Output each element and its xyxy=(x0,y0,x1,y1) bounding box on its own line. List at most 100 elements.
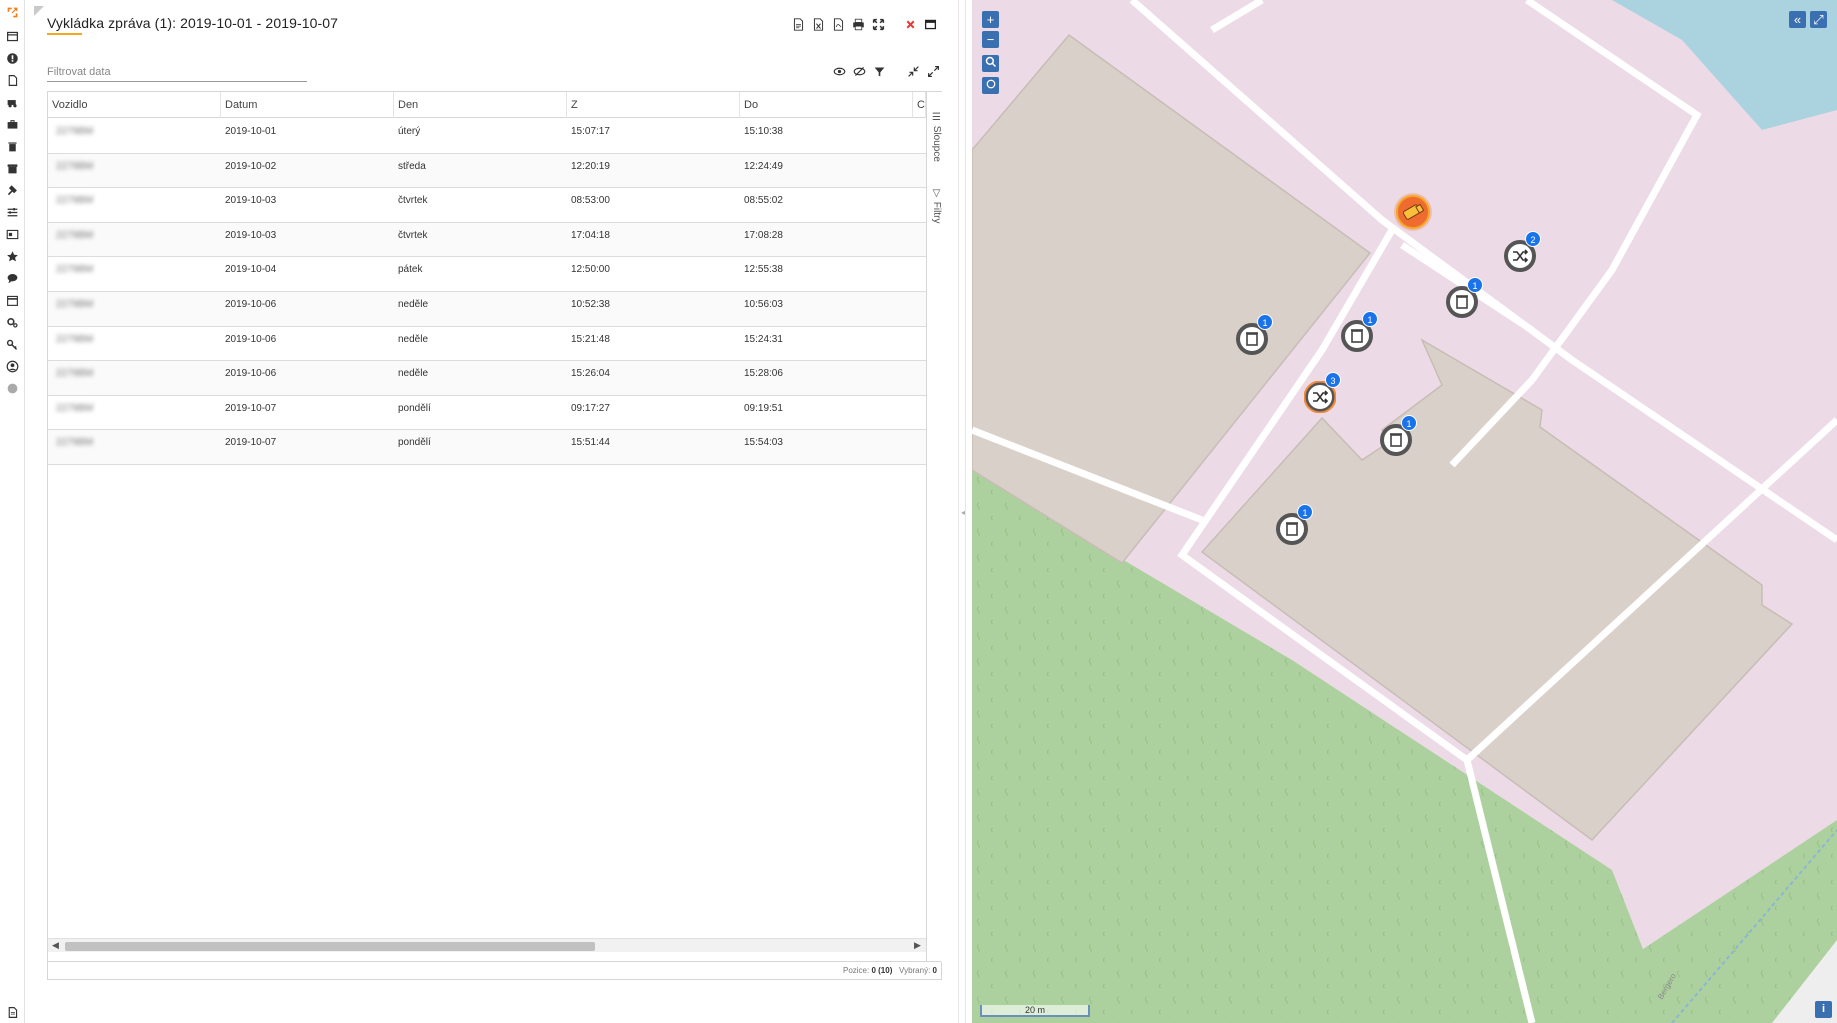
maximize-icon[interactable] xyxy=(923,16,937,32)
horizontal-scrollbar[interactable]: ◀ ▶ xyxy=(48,938,926,952)
column-header-do[interactable]: Do xyxy=(740,92,913,118)
filter-input[interactable] xyxy=(47,62,307,82)
user-icon[interactable] xyxy=(4,358,20,374)
vehicle-marker[interactable] xyxy=(1393,192,1433,232)
cell-from: 15:21:48 xyxy=(571,333,610,345)
table-row[interactable]: 2279BM 2019-10-06 neděle 10:52:38 10:56:03 xyxy=(48,291,926,327)
trash-bin-marker[interactable]: 1 xyxy=(1446,277,1483,318)
table-row[interactable]: 2279BM 2019-10-07 pondělí 09:17:27 09:19:51 xyxy=(48,396,926,431)
cell-date: 2019-10-06 xyxy=(225,333,277,345)
print-icon[interactable] xyxy=(851,16,865,32)
column-header-z[interactable]: Z xyxy=(567,92,740,118)
fullscreen-icon[interactable] xyxy=(926,63,940,79)
star-icon[interactable] xyxy=(4,248,20,264)
vehicles-icon[interactable] xyxy=(4,94,20,110)
panel-splitter[interactable]: ◂ xyxy=(958,0,966,1023)
table-row[interactable]: 2279BM 2019-10-03 čtvrtek 17:04:18 17:08:28 xyxy=(48,222,926,258)
tab-filters[interactable]: ▽ Filtry xyxy=(928,188,942,223)
table-row[interactable]: 2279BM 2019-10-02 středa 12:20:19 12:24:49 xyxy=(48,153,926,189)
cell-day: pondělí xyxy=(398,402,431,414)
cell-day: neděle xyxy=(398,368,429,380)
settings-icon[interactable] xyxy=(4,314,20,330)
cell-to: 17:08:28 xyxy=(744,229,783,241)
scrollbar-thumb[interactable] xyxy=(65,942,595,951)
report-toolbar xyxy=(791,16,937,34)
trash-bin-marker[interactable]: 1 xyxy=(1341,311,1378,352)
expand-icon[interactable] xyxy=(871,16,885,32)
calendar-icon[interactable] xyxy=(4,292,20,308)
id-card-icon[interactable] xyxy=(4,226,20,242)
app-logo-icon[interactable] xyxy=(4,4,20,20)
table-row[interactable]: 2279BM 2019-10-07 pondělí 15:51:44 15:54:03 xyxy=(48,430,926,465)
column-header-vozidlo[interactable]: Vozidlo xyxy=(48,92,221,118)
map-info-button[interactable]: i xyxy=(1815,1001,1832,1018)
globe-icon[interactable] xyxy=(4,380,20,396)
sliders-icon[interactable] xyxy=(4,204,20,220)
close-icon[interactable] xyxy=(903,16,917,32)
panel-corner xyxy=(34,6,44,16)
column-header-c[interactable]: C xyxy=(913,92,926,118)
position-value: 0 (10) xyxy=(871,966,893,975)
marker-count-badge: 1 xyxy=(1401,415,1417,431)
map-search-button[interactable] xyxy=(982,55,999,72)
cell-to: 15:10:38 xyxy=(744,126,783,137)
shuffle-marker[interactable]: 2 xyxy=(1504,231,1541,272)
show-columns-icon[interactable] xyxy=(832,63,846,79)
cell-date: 2019-10-06 xyxy=(225,368,277,380)
archive-icon[interactable] xyxy=(4,160,20,176)
info-icon[interactable] xyxy=(4,50,20,66)
filter-icon[interactable] xyxy=(872,63,886,79)
collapse-icon[interactable] xyxy=(906,63,920,79)
toolbar-separator xyxy=(891,16,897,34)
chat-icon[interactable] xyxy=(4,270,20,286)
briefcase-icon[interactable] xyxy=(4,116,20,132)
grid-side-tabs: ☰ Sloupce ▽ Filtry xyxy=(926,92,942,962)
table-row[interactable]: 2279BM 2019-10-06 neděle 15:26:04 15:28:06 xyxy=(48,361,926,396)
list-icon[interactable] xyxy=(4,28,20,44)
trash-bin-marker[interactable]: 1 xyxy=(1380,415,1417,456)
column-header-den[interactable]: Den xyxy=(394,92,567,118)
cell-vehicle: 2279BM xyxy=(56,298,94,310)
export-csv-icon[interactable] xyxy=(791,16,805,32)
hammer-icon[interactable] xyxy=(4,182,20,198)
trash-bin-marker[interactable]: 1 xyxy=(1276,504,1313,545)
document-icon[interactable] xyxy=(4,72,20,88)
hide-columns-icon[interactable] xyxy=(852,63,866,79)
export-excel-icon[interactable] xyxy=(811,16,825,32)
data-grid: Vozidlo Datum Den Z Do C 2279BM 2019-10-0… xyxy=(47,91,942,980)
column-header-datum[interactable]: Datum xyxy=(221,92,394,118)
cell-from: 15:26:04 xyxy=(571,368,610,380)
selected-label: Vybraný: xyxy=(899,966,931,975)
scroll-left-icon[interactable]: ◀ xyxy=(52,940,59,951)
scroll-right-icon[interactable]: ▶ xyxy=(914,940,921,951)
tab-columns[interactable]: ☰ Sloupce xyxy=(928,112,942,162)
report-icon[interactable] xyxy=(4,1004,20,1020)
fullscreen-map-button[interactable]: ⤢ xyxy=(1810,11,1827,28)
cell-vehicle: 2279BM xyxy=(56,402,94,414)
zoom-in-button[interactable]: + xyxy=(982,11,999,28)
cell-from: 15:07:17 xyxy=(571,126,610,137)
table-row[interactable]: 2279BM 2019-10-01 úterý 15:07:17 15:10:38 xyxy=(48,119,926,154)
cell-day: úterý xyxy=(398,126,421,137)
table-row[interactable]: 2279BM 2019-10-06 neděle 15:21:48 15:24:31 xyxy=(48,327,926,362)
zoom-out-button[interactable]: − xyxy=(982,31,999,48)
map-view[interactable]: Bergero + − « ⤢ 1 1 1 2 3 1 1 20 m i xyxy=(972,0,1837,1023)
table-row[interactable]: 2279BM 2019-10-03 čtvrtek 08:53:00 08:55:02 xyxy=(48,188,926,223)
cell-from: 10:52:38 xyxy=(571,298,610,310)
shuffle-marker-selected[interactable]: 3 xyxy=(1303,372,1341,414)
cell-to: 15:54:03 xyxy=(744,437,783,449)
trash-icon[interactable] xyxy=(4,138,20,154)
collapse-map-button[interactable]: « xyxy=(1789,11,1806,28)
map-scale-bar: 20 m xyxy=(980,1005,1090,1017)
export-pdf-icon[interactable] xyxy=(831,16,845,32)
trash-bin-marker[interactable]: 1 xyxy=(1236,314,1273,355)
cell-date: 2019-10-04 xyxy=(225,264,277,276)
map-tiles: Bergero xyxy=(972,0,1837,1023)
map-locate-button[interactable] xyxy=(982,77,999,94)
grid-header: Vozidlo Datum Den Z Do C xyxy=(48,92,926,118)
splitter-grip-icon[interactable]: ◂ xyxy=(961,508,965,517)
key-icon[interactable] xyxy=(4,336,20,352)
cell-day: čtvrtek xyxy=(398,229,428,241)
cell-vehicle: 2279BM xyxy=(56,126,94,137)
table-row[interactable]: 2279BM 2019-10-04 pátek 12:50:00 12:55:38 xyxy=(48,257,926,292)
